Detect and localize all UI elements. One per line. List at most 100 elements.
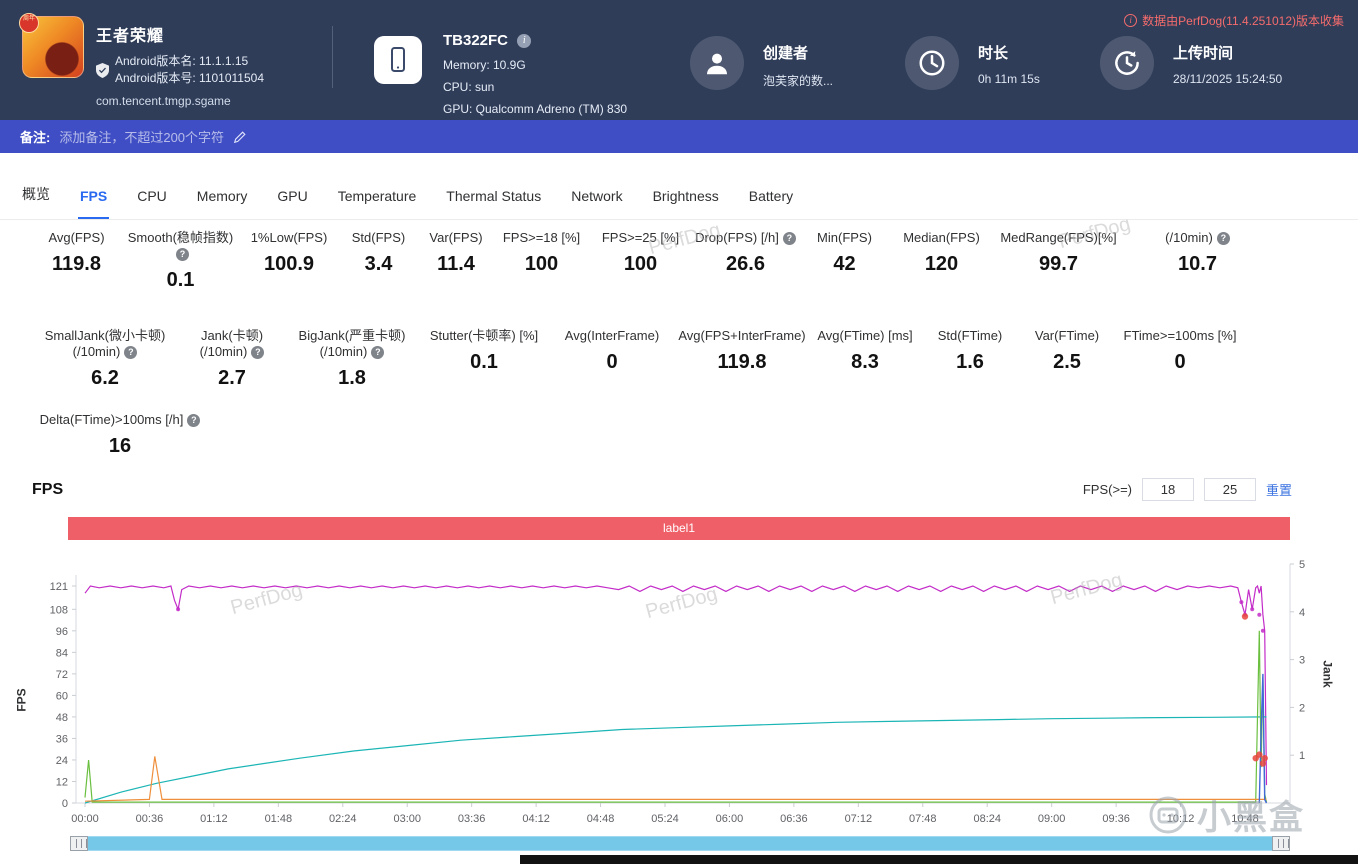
creator-value: 泡芙家的数... [763, 74, 834, 88]
r1-metric-4: Var(FPS) 11.4 [417, 230, 495, 292]
fps-chart-area: FPS Jank 0 12 24 36 48 60 72 84 96 108 121 1 2 3 4 5 00:… [0, 545, 1358, 845]
svg-text:06:36: 06:36 [780, 813, 808, 825]
tab-battery[interactable]: Battery [749, 188, 793, 219]
svg-text:1: 1 [1299, 750, 1305, 762]
tab-thermal-status[interactable]: Thermal Status [446, 188, 541, 219]
note-label: 备注: [20, 130, 51, 145]
tab-temperature[interactable]: Temperature [338, 188, 417, 219]
r1-metric-0-label: Avg(FPS) [48, 230, 105, 245]
svg-text:04:12: 04:12 [522, 813, 550, 825]
upload-time-value: 28/11/2025 15:24:50 [1173, 72, 1283, 86]
r1-metric-10: MedRange(FPS)[%] 99.7 [992, 230, 1125, 292]
metrics-row-3: Delta(FTime)>100ms [/h]? 16 [30, 412, 1358, 458]
r1-metric-6-label: FPS>=25 [%] [601, 230, 680, 245]
svg-text:72: 72 [56, 669, 68, 681]
svg-text:08:24: 08:24 [973, 813, 1001, 825]
svg-text:05:24: 05:24 [651, 813, 679, 825]
r1-metric-8: Min(FPS) 42 [798, 230, 891, 292]
help-icon[interactable]: ? [251, 346, 265, 359]
fps-threshold-input-1[interactable] [1141, 478, 1194, 501]
r1-metric-6-value: 100 [623, 253, 658, 275]
phone-icon [374, 36, 422, 84]
help-icon[interactable]: ? [371, 346, 385, 359]
r1-metric-5-value: 100 [524, 253, 559, 275]
creator-person-icon [690, 36, 744, 90]
r2-metric-7-label: Std(FTime) [937, 328, 1003, 343]
r1-metric-5-label: FPS>=18 [%] [502, 230, 581, 245]
svg-text:04:48: 04:48 [587, 813, 615, 825]
r1-metric-0: Avg(FPS) 119.8 [30, 230, 123, 292]
svg-text:07:48: 07:48 [909, 813, 937, 825]
anniversary-badge: 周年 [19, 13, 39, 33]
r1-metric-9-label: Median(FPS) [903, 230, 980, 245]
r1-metric-5: FPS>=18 [%] 100 [495, 230, 588, 292]
svg-text:2: 2 [1299, 702, 1305, 714]
scrollbar-left-grip[interactable] [70, 836, 88, 851]
tab-network[interactable]: Network [571, 188, 622, 219]
tab-brightness[interactable]: Brightness [653, 188, 719, 219]
svg-text:60: 60 [56, 690, 68, 702]
chart-legend-banner[interactable]: label1 [68, 517, 1290, 540]
tab-memory[interactable]: Memory [197, 188, 248, 219]
device-info-icon[interactable]: i [517, 34, 532, 48]
fps-line-chart[interactable]: 012243648607284961081211234500:00 00:36 01… [0, 545, 1358, 845]
r1-metric-7-label: Drop(FPS) [/h]? [693, 230, 798, 246]
r2-metric-3-value: 0.1 [470, 351, 498, 373]
svg-text:00:36: 00:36 [136, 813, 164, 825]
scrollbar-track[interactable] [88, 836, 1272, 851]
fps-threshold-input-2[interactable] [1203, 478, 1256, 501]
help-icon[interactable]: ? [1216, 232, 1230, 245]
r1-metric-7: Drop(FPS) [/h]? 26.6 [693, 230, 798, 292]
creator-label: 创建者 [763, 45, 809, 62]
version-shield-icon [96, 62, 109, 78]
tab-gpu[interactable]: GPU [277, 188, 307, 219]
tab-overview[interactable]: 概览 [22, 184, 50, 219]
r2-metric-5-value: 119.8 [717, 351, 767, 373]
svg-text:01:12: 01:12 [200, 813, 228, 825]
svg-text:96: 96 [56, 626, 68, 638]
help-icon[interactable]: ? [124, 346, 138, 359]
tab-fps[interactable]: FPS [77, 188, 110, 219]
upload-time-label: 上传时间 [1173, 45, 1234, 62]
note-placeholder-text[interactable]: 添加备注，不超过200个字符 [59, 127, 224, 146]
svg-text:09:00: 09:00 [1038, 813, 1066, 825]
r1-metric-1-label: Smooth(稳帧指数)? [127, 230, 234, 261]
collector-version-note: i 数据由PerfDog(11.4.251012)版本收集 [1124, 12, 1344, 29]
r3-metric-0-value: 16 [108, 435, 132, 457]
r2-metric-9-value: 0 [1174, 351, 1186, 373]
help-icon[interactable]: ? [187, 414, 201, 427]
r2-metric-1-label: Jank(卡顿) (/10min)? [199, 328, 265, 359]
tab-cpu[interactable]: CPU [137, 188, 167, 219]
svg-text:10:12: 10:12 [1167, 813, 1195, 825]
help-icon[interactable]: ? [782, 232, 796, 245]
r1-metric-2-label: 1%Low(FPS) [250, 230, 328, 245]
r2-metric-4: Avg(InterFrame) 0 [548, 328, 676, 390]
r1-metric-3-value: 3.4 [364, 253, 393, 275]
reset-button[interactable]: 重置 [1266, 480, 1292, 499]
svg-text:02:24: 02:24 [329, 813, 357, 825]
metrics-row-1: Avg(FPS) 119.8 Smooth(稳帧指数)? 0.1 1%Low(FPS) 1… [30, 230, 1358, 292]
duration-value: 0h 11m 15s [978, 72, 1040, 86]
device-info: TB322FC i Memory: 10.9G CPU: sun GPU: Qu… [443, 30, 627, 120]
help-icon[interactable]: ? [176, 248, 189, 261]
r2-metric-8-label: Var(FTime) [1034, 328, 1100, 343]
r1-metric-4-label: Var(FPS) [429, 230, 483, 245]
chart-scrollbar[interactable] [70, 836, 1290, 851]
r2-metric-9-label: FTime>=100ms [%] [1123, 328, 1237, 343]
r2-metric-3-label: Stutter(卡顿率) [%] [429, 328, 539, 343]
svg-text:03:00: 03:00 [393, 813, 421, 825]
r2-metric-3: Stutter(卡顿率) [%] 0.1 [420, 328, 548, 390]
r2-metric-9: FTime>=100ms [%] 0 [1116, 328, 1244, 390]
fps-section-header: FPS FPS(>=) 重置 [0, 470, 1358, 512]
r1-metric-1: Smooth(稳帧指数)? 0.1 [123, 230, 238, 292]
edit-note-icon[interactable] [233, 130, 247, 144]
r2-metric-0-value: 6.2 [91, 367, 119, 389]
duration-label: 时长 [978, 45, 1009, 62]
r1-metric-9: Median(FPS) 120 [891, 230, 992, 292]
r1-metric-11-value: 10.7 [1178, 253, 1217, 275]
r2-metric-6: Avg(FTime) [ms] 8.3 [808, 328, 922, 390]
app-title: 王者荣耀 [96, 28, 165, 45]
scrollbar-right-grip[interactable] [1272, 836, 1290, 851]
svg-text:0: 0 [62, 798, 68, 810]
device-gpu: GPU: Qualcomm Adreno (TM) 830 [443, 102, 628, 116]
